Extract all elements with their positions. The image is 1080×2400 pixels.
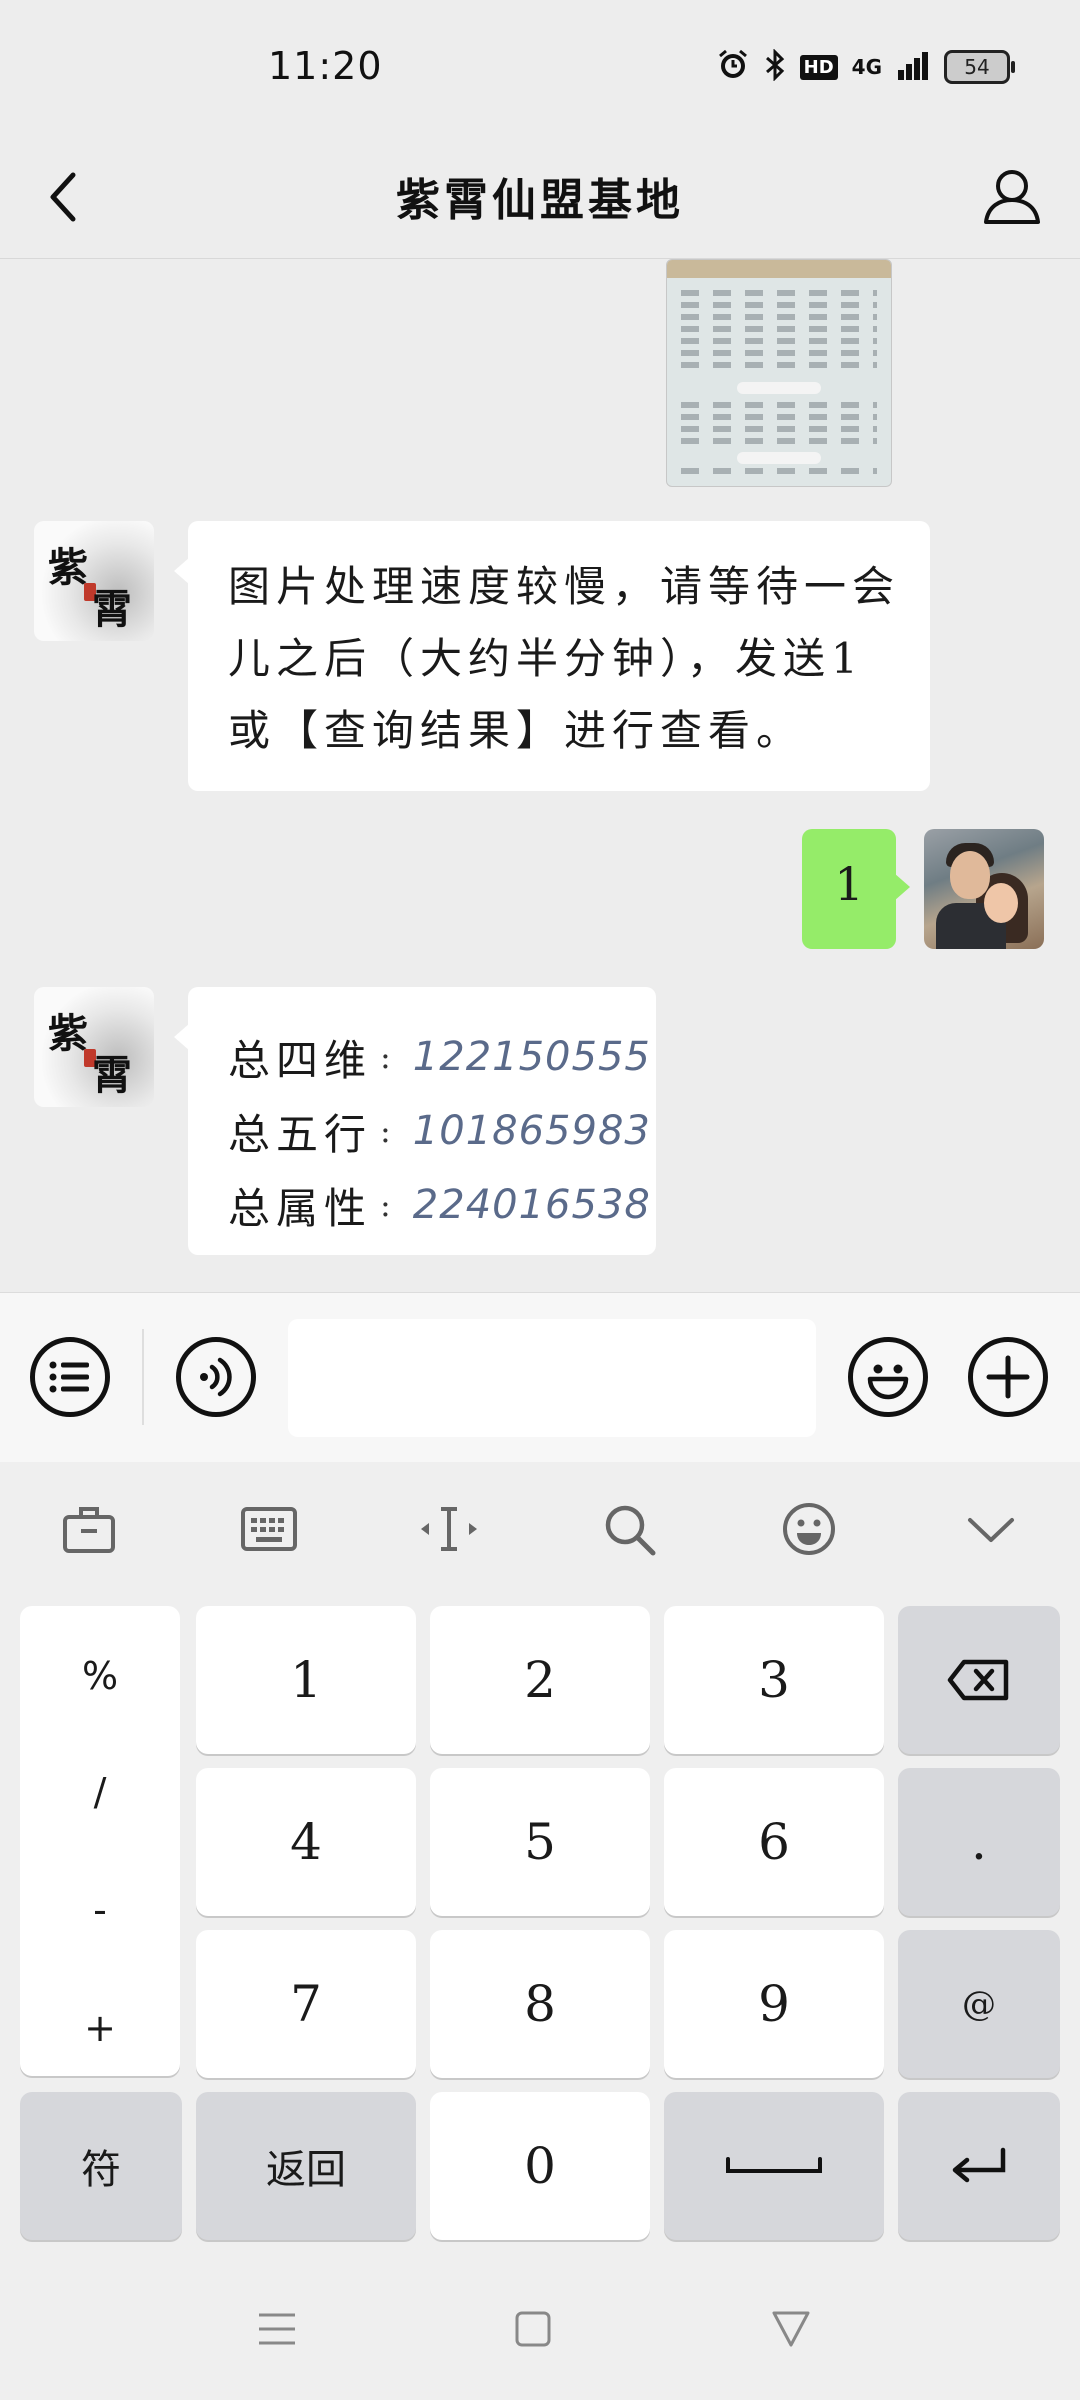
stat-value: 101865983 [412, 1108, 651, 1154]
key-1[interactable]: 1 [196, 1606, 416, 1754]
nav-home-button[interactable] [508, 2306, 558, 2352]
search-button[interactable] [594, 1498, 664, 1560]
status-bar: 11:20 HD 4G 54 [0, 0, 1080, 140]
person-icon [984, 170, 1040, 224]
sender-avatar[interactable]: 紫 霄 [34, 521, 154, 641]
cursor-move-button[interactable] [414, 1498, 484, 1560]
battery-indicator: 54 [944, 50, 1015, 84]
toolbox-icon [63, 1507, 115, 1553]
plus-icon [986, 1355, 1030, 1399]
network-type: 4G [851, 55, 882, 79]
stat-label: 总属性 [228, 1183, 373, 1233]
more-button[interactable] [968, 1337, 1048, 1417]
message-bubble[interactable]: 图片处理速度较慢，请等待一会儿之后（大约半分钟），发送1或【查询结果】进行查看。 [174, 521, 930, 791]
smiley-icon [867, 1364, 909, 1400]
status-icons: HD 4G 54 [716, 48, 1015, 86]
chat-info-button[interactable] [974, 158, 1050, 234]
space-key[interactable] [664, 2092, 884, 2240]
key-minus[interactable]: - [20, 1888, 180, 1932]
backspace-icon [947, 1659, 1009, 1701]
voice-button[interactable] [176, 1337, 256, 1417]
voice-icon [200, 1357, 232, 1397]
list-icon [49, 1361, 89, 1393]
stats-bubble[interactable]: 总四维 : 122150555 总五行 : 101865983 总属性 : 22… [174, 987, 656, 1255]
avatar-char: 紫 [48, 544, 88, 591]
message-input-bar [0, 1292, 1080, 1463]
user-avatar[interactable] [924, 829, 1044, 949]
stat-label: 总四维 [228, 1035, 373, 1085]
enter-icon [952, 2147, 1006, 2183]
key-plus[interactable]: + [20, 2006, 180, 2050]
square-icon [515, 2311, 551, 2347]
numeric-keyboard: % / - + 1 2 3 4 5 6 . 7 8 9 @ 符 返回 0 [0, 1592, 1080, 2252]
key-6[interactable]: 6 [664, 1768, 884, 1916]
key-at[interactable]: @ [898, 1930, 1060, 2078]
message-input[interactable] [288, 1319, 816, 1437]
emoji-button[interactable] [848, 1337, 928, 1417]
smiley-icon [783, 1503, 835, 1555]
key-0[interactable]: 0 [430, 2092, 650, 2240]
hide-keyboard-button[interactable] [956, 1498, 1026, 1560]
symbols-key[interactable]: 符 [20, 2092, 182, 2240]
message-bubble-sent[interactable]: 1 [802, 829, 910, 949]
stat-label: 总五行 [228, 1109, 373, 1159]
keyboard-icon [241, 1507, 297, 1551]
stat-row: 总四维 : 122150555 [228, 1027, 651, 1087]
toolbox-button[interactable] [54, 1498, 124, 1560]
key-dot[interactable]: . [898, 1768, 1060, 1916]
key-7[interactable]: 7 [196, 1930, 416, 2078]
keyboard-toolbar [0, 1462, 1080, 1592]
key-8[interactable]: 8 [430, 1930, 650, 2078]
chat-messages[interactable]: 紫 霄 图片处理速度较慢，请等待一会儿之后（大约半分钟），发送1或【查询结果】进… [0, 259, 1080, 1291]
image-message[interactable] [666, 259, 892, 487]
sender-avatar[interactable]: 紫 霄 [34, 987, 154, 1107]
avatar-char: 紫 [48, 1010, 88, 1057]
stat-value: 224016538 [412, 1182, 651, 1228]
keyboard-switch-button[interactable] [234, 1498, 304, 1560]
space-icon [726, 2157, 822, 2173]
emoji-panel-button[interactable] [774, 1498, 844, 1560]
message-text: 图片处理速度较慢，请等待一会儿之后（大约半分钟），发送1或【查询结果】进行查看。 [228, 562, 901, 755]
key-3[interactable]: 3 [664, 1606, 884, 1754]
key-2[interactable]: 2 [430, 1606, 650, 1754]
menu-button[interactable] [30, 1337, 110, 1417]
hd-badge: HD [799, 54, 838, 80]
signal-icon [896, 50, 930, 84]
avatar-char: 霄 [92, 586, 132, 633]
stat-row: 总五行 : 101865983 [228, 1101, 651, 1161]
bluetooth-icon [764, 48, 786, 85]
nav-menu-button[interactable] [252, 2306, 302, 2352]
key-5[interactable]: 5 [430, 1768, 650, 1916]
nav-back-button[interactable] [766, 2306, 816, 2352]
key-4[interactable]: 4 [196, 1768, 416, 1916]
chat-header: 紫霄仙盟基地 [0, 140, 1080, 259]
search-icon [605, 1505, 656, 1556]
message-text: 1 [834, 857, 864, 911]
chevron-down-icon [968, 1518, 1014, 1542]
key-percent[interactable]: % [20, 1654, 180, 1698]
system-nav-bar [0, 2252, 1080, 2400]
enter-key[interactable] [898, 2092, 1060, 2240]
symbol-column[interactable]: % / - + [20, 1606, 180, 2076]
return-key[interactable]: 返回 [196, 2092, 416, 2240]
stat-row: 总属性 : 224016538 [228, 1175, 651, 1235]
chat-title: 紫霄仙盟基地 [396, 175, 684, 226]
status-time: 11:20 [268, 44, 383, 88]
text-cursor-icon [421, 1507, 477, 1551]
key-9[interactable]: 9 [664, 1930, 884, 2078]
menu-lines-icon [259, 2313, 295, 2345]
backspace-key[interactable] [898, 1606, 1060, 1754]
avatar-char: 霄 [92, 1052, 132, 1099]
triangle-icon [772, 2311, 810, 2347]
alarm-icon [716, 48, 750, 86]
key-slash[interactable]: / [20, 1770, 180, 1814]
stat-value: 122150555 [412, 1034, 651, 1080]
